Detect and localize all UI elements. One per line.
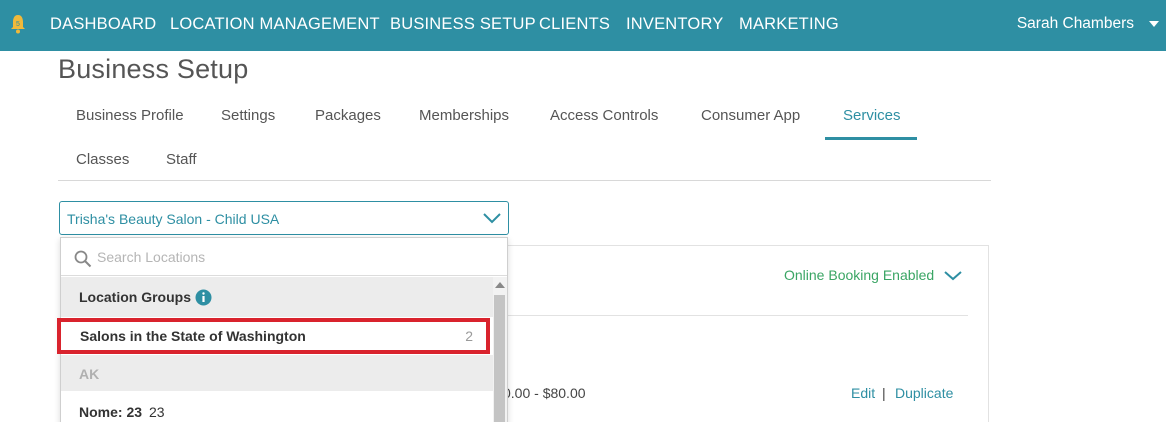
info-icon[interactable] <box>195 289 212 306</box>
chevron-down-icon[interactable] <box>942 267 964 283</box>
page-title: Business Setup <box>58 54 249 84</box>
location-select[interactable]: Trisha's Beauty Salon - Child USA <box>59 201 509 235</box>
user-menu[interactable]: Sarah Chambers <box>1017 15 1134 33</box>
duplicate-link[interactable]: Duplicate <box>895 385 953 401</box>
link-separator: | <box>882 385 886 401</box>
chevron-down-icon[interactable] <box>482 210 502 226</box>
tab-services[interactable]: Services <box>843 107 901 124</box>
highlight-annotation <box>57 318 490 354</box>
price-range: 0.00 - $80.00 <box>503 385 586 401</box>
svg-text:5: 5 <box>16 21 20 28</box>
location-select-value: Trisha's Beauty Salon - Child USA <box>67 211 280 227</box>
card-divider <box>500 315 968 316</box>
nav-dashboard[interactable]: DASHBOARD <box>50 15 156 34</box>
location-search-input[interactable] <box>97 245 497 269</box>
nav-inventory[interactable]: INVENTORY <box>626 15 723 34</box>
location-search-row <box>61 238 507 276</box>
tab-consumer-app[interactable]: Consumer App <box>701 107 800 124</box>
nav-business-setup[interactable]: BUSINESS SETUP <box>390 15 536 34</box>
top-nav-bar: 5 DASHBOARD LOCATION MANAGEMENT BUSINESS… <box>0 0 1166 51</box>
location-item-number: 23 <box>149 404 165 420</box>
tab-access-controls[interactable]: Access Controls <box>550 107 658 124</box>
bell-icon[interactable]: 5 <box>9 14 27 34</box>
active-tab-indicator <box>825 137 917 140</box>
region-header: AK <box>61 355 493 391</box>
tab-classes[interactable]: Classes <box>76 151 129 168</box>
search-icon <box>74 250 92 268</box>
tab-packages[interactable]: Packages <box>315 107 381 124</box>
tab-business-profile[interactable]: Business Profile <box>76 107 184 124</box>
scroll-up-arrow-icon[interactable] <box>495 282 505 288</box>
location-groups-header: Location Groups <box>61 277 493 317</box>
tab-settings[interactable]: Settings <box>221 107 275 124</box>
caret-down-icon[interactable] <box>1149 21 1159 27</box>
tabs-divider <box>58 180 991 181</box>
scrollbar-thumb[interactable] <box>494 295 505 422</box>
edit-link[interactable]: Edit <box>851 385 875 401</box>
nav-clients[interactable]: CLIENTS <box>539 15 610 34</box>
tab-staff[interactable]: Staff <box>166 151 197 168</box>
nav-location-management[interactable]: LOCATION MANAGEMENT <box>170 15 380 34</box>
location-groups-label: Location Groups <box>79 289 191 305</box>
location-item[interactable]: Nome: 23 23 <box>61 391 493 422</box>
tab-memberships[interactable]: Memberships <box>419 107 509 124</box>
nav-marketing[interactable]: MARKETING <box>739 15 839 34</box>
region-label: AK <box>79 366 100 382</box>
online-booking-status[interactable]: Online Booking Enabled <box>784 267 934 283</box>
location-item-label: Nome: 23 <box>79 404 143 420</box>
